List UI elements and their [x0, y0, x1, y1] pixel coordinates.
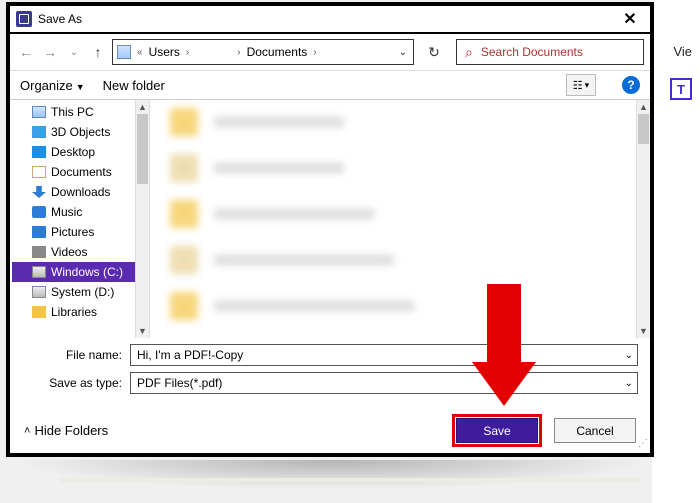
scroll-up-icon[interactable]: ▲ — [136, 100, 149, 114]
tree-item[interactable]: Downloads — [12, 182, 149, 202]
forward-button[interactable]: → — [40, 42, 60, 62]
tree-item-label: 3D Objects — [51, 125, 110, 139]
pc-icon — [32, 106, 46, 118]
filetype-row: Save as type: PDF Files(*.pdf) ⌄ — [22, 372, 638, 394]
scroll-thumb[interactable] — [137, 114, 148, 184]
picf-icon — [32, 226, 46, 238]
search-icon: ⌕ — [465, 44, 473, 61]
tree-item[interactable]: Documents — [12, 162, 149, 182]
new-folder-button[interactable]: New folder — [103, 78, 165, 93]
text-tool-icon[interactable]: T — [670, 78, 692, 100]
filename-label: File name: — [22, 348, 130, 362]
titlebar: Save As ✕ — [10, 6, 650, 34]
tree-item-label: Desktop — [51, 145, 95, 159]
dialog-shadow — [12, 460, 652, 490]
mus-icon — [32, 206, 46, 218]
tree-item[interactable]: Windows (C:) — [12, 262, 149, 282]
breadcrumb[interactable]: « Users › › Documents › ⌄ — [112, 39, 414, 65]
tree-item-label: This PC — [51, 105, 94, 119]
nav-row: ← → ⌄ ↑ « Users › › Documents › ⌄ ↻ ⌕ Se… — [10, 34, 650, 70]
tree-item-label: Videos — [51, 245, 87, 259]
resize-grip[interactable]: ⋰ — [638, 438, 646, 449]
help-button[interactable]: ? — [622, 76, 640, 94]
tree-item[interactable]: Videos — [12, 242, 149, 262]
pc-icon — [117, 45, 131, 59]
refresh-button[interactable]: ↻ — [422, 39, 446, 65]
cancel-button[interactable]: Cancel — [554, 418, 636, 443]
scroll-down-icon[interactable]: ▼ — [136, 324, 149, 338]
scroll-down-icon[interactable]: ▼ — [637, 324, 650, 338]
tree-item[interactable]: Libraries — [12, 302, 149, 322]
tree-scrollbar[interactable]: ▲ ▼ — [135, 100, 149, 338]
desk-icon — [32, 146, 46, 158]
scroll-up-icon[interactable]: ▲ — [637, 100, 650, 114]
chevron-right-icon: › — [237, 47, 240, 58]
filetype-value: PDF Files(*.pdf) — [137, 376, 222, 390]
tree-item-label: Documents — [51, 165, 112, 179]
tree-item[interactable]: Pictures — [12, 222, 149, 242]
view-options-button[interactable]: ☷▾ — [566, 74, 596, 96]
search-placeholder: Search Documents — [481, 45, 583, 59]
filename-value: Hi, I'm a PDF!-Copy — [137, 348, 243, 362]
tree-item-label: Windows (C:) — [51, 265, 123, 279]
chevron-right-icon: › — [313, 47, 316, 58]
obj-icon — [32, 126, 46, 138]
chevron-up-icon: ˄ — [24, 425, 30, 437]
down-icon — [32, 186, 46, 198]
parent-tab-fragment: Vie — [673, 44, 692, 59]
parent-bg-strip — [60, 478, 640, 482]
close-button[interactable]: ✕ — [610, 5, 650, 33]
tree-item[interactable]: Music — [12, 202, 149, 222]
chevron-down-icon[interactable]: ⌄ — [625, 378, 633, 389]
filename-row: File name: Hi, I'm a PDF!-Copy ⌄ — [22, 344, 638, 366]
tree-item-label: System (D:) — [51, 285, 114, 299]
dialog-title: Save As — [38, 12, 82, 26]
filetype-field[interactable]: PDF Files(*.pdf) ⌄ — [130, 372, 638, 394]
organize-menu[interactable]: Organize▼ — [20, 78, 85, 93]
tree-item[interactable]: 3D Objects — [12, 122, 149, 142]
drv-icon — [32, 286, 46, 298]
main-area: This PC 3D Objects Desktop Documents Downloa… — [10, 100, 650, 338]
tree-item[interactable]: This PC — [12, 102, 149, 122]
vid-icon — [32, 246, 46, 258]
footer: ˄ Hide Folders Save Cancel — [10, 400, 650, 457]
filename-field[interactable]: Hi, I'm a PDF!-Copy ⌄ — [130, 344, 638, 366]
save-highlight: Save — [452, 414, 542, 447]
breadcrumb-sep: « — [137, 47, 143, 58]
filetype-label: Save as type: — [22, 376, 130, 390]
breadcrumb-seg[interactable]: Users — [149, 45, 180, 59]
tree-item[interactable]: System (D:) — [12, 282, 149, 302]
save-button[interactable]: Save — [456, 418, 538, 443]
tree-item-label: Libraries — [51, 305, 97, 319]
tree-item-label: Pictures — [51, 225, 94, 239]
back-button[interactable]: ← — [16, 42, 36, 62]
chevron-down-icon[interactable]: ⌄ — [625, 350, 633, 361]
recent-dropdown[interactable]: ⌄ — [64, 42, 84, 62]
parent-app-strip: Vie T — [652, 0, 700, 503]
app-icon — [16, 11, 32, 27]
list-scrollbar[interactable]: ▲ ▼ — [636, 100, 650, 338]
tree-item-label: Music — [51, 205, 82, 219]
file-list[interactable]: ▲ ▼ — [150, 100, 650, 338]
up-button[interactable]: ↑ — [88, 42, 108, 62]
fol-icon — [32, 306, 46, 318]
hide-folders-toggle[interactable]: ˄ Hide Folders — [24, 423, 108, 438]
save-as-dialog: Save As ✕ ← → ⌄ ↑ « Users › › Documents … — [6, 2, 654, 457]
tree-item-label: Downloads — [51, 185, 110, 199]
drv-icon — [32, 266, 46, 278]
file-items-blurred — [150, 100, 650, 346]
scroll-thumb[interactable] — [638, 114, 649, 144]
doc-icon — [32, 166, 46, 178]
breadcrumb-seg[interactable]: Documents — [247, 45, 308, 59]
search-input[interactable]: ⌕ Search Documents — [456, 39, 644, 65]
chevron-right-icon: › — [186, 47, 189, 58]
tree-item[interactable]: Desktop — [12, 142, 149, 162]
toolbar: Organize▼ New folder ☷▾ ? — [10, 70, 650, 100]
folder-tree[interactable]: This PC 3D Objects Desktop Documents Downloa… — [10, 100, 150, 338]
breadcrumb-dropdown-icon[interactable]: ⌄ — [399, 47, 407, 58]
